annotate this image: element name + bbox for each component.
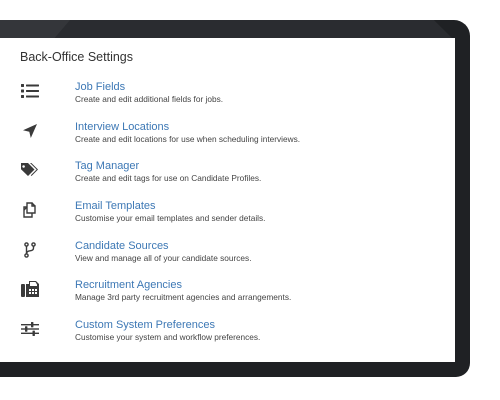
item-description: Customise your email templates and sende…: [75, 213, 266, 224]
item-text: Email Templates Customise your email tem…: [75, 200, 445, 224]
item-description: Create and edit additional fields for jo…: [75, 94, 224, 104]
item-description: Customise your system and workflow prefe…: [75, 332, 261, 343]
item-text: Recruitment Agencies Manage 3rd party re…: [75, 279, 445, 303]
settings-item-job-fields[interactable]: Job Fields Create and edit additional fi…: [0, 81, 455, 121]
item-text: Custom System Preferences Customise your…: [75, 319, 445, 343]
settings-item-tag-manager[interactable]: Tag Manager Create and edit tags for use…: [0, 160, 455, 200]
item-title-link[interactable]: Candidate Sources: [75, 240, 445, 253]
item-title-link[interactable]: Interview Locations: [75, 121, 445, 134]
settings-item-interview-locations[interactable]: Interview Locations Create and edit loca…: [0, 121, 455, 161]
settings-list: Job Fields Create and edit additional fi…: [0, 81, 455, 359]
fax-icon: [20, 280, 40, 298]
location-arrow-icon: [20, 122, 40, 140]
list-icon: [20, 82, 40, 100]
code-fork-icon: [20, 241, 40, 259]
item-description: Create and edit locations for use when s…: [75, 133, 301, 144]
item-title-link[interactable]: Recruitment Agencies: [75, 279, 445, 292]
item-description: Create and edit tags for use on Candidat…: [75, 173, 262, 184]
settings-screen: Back-Office Settings Job Fields Create a…: [0, 38, 455, 362]
copy-icon: [20, 201, 40, 219]
settings-item-custom-system-preferences[interactable]: Custom System Preferences Customise your…: [0, 319, 455, 359]
item-title-link[interactable]: Custom System Preferences: [75, 319, 445, 332]
item-text: Tag Manager Create and edit tags for use…: [75, 160, 445, 184]
settings-item-email-templates[interactable]: Email Templates Customise your email tem…: [0, 200, 455, 240]
sliders-icon: [20, 320, 40, 338]
item-text: Interview Locations Create and edit loca…: [75, 121, 445, 145]
item-description: View and manage all of your candidate so…: [75, 252, 252, 263]
tags-icon: [20, 161, 40, 179]
settings-item-candidate-sources[interactable]: Candidate Sources View and manage all of…: [0, 240, 455, 280]
bezel-top-edge: [0, 20, 452, 38]
item-title-link[interactable]: Email Templates: [75, 200, 445, 213]
settings-item-recruitment-agencies[interactable]: Recruitment Agencies Manage 3rd party re…: [0, 279, 455, 319]
item-title-link[interactable]: Job Fields: [75, 81, 445, 94]
device-frame: Back-Office Settings Job Fields Create a…: [0, 0, 500, 400]
page-title: Back-Office Settings: [20, 50, 134, 64]
item-text: Candidate Sources View and manage all of…: [75, 240, 445, 264]
item-description: Manage 3rd party recruitment agencies an…: [75, 292, 292, 303]
bezel-sheen: [0, 20, 70, 38]
item-text: Job Fields Create and edit additional fi…: [75, 81, 445, 105]
item-title-link[interactable]: Tag Manager: [75, 160, 445, 173]
